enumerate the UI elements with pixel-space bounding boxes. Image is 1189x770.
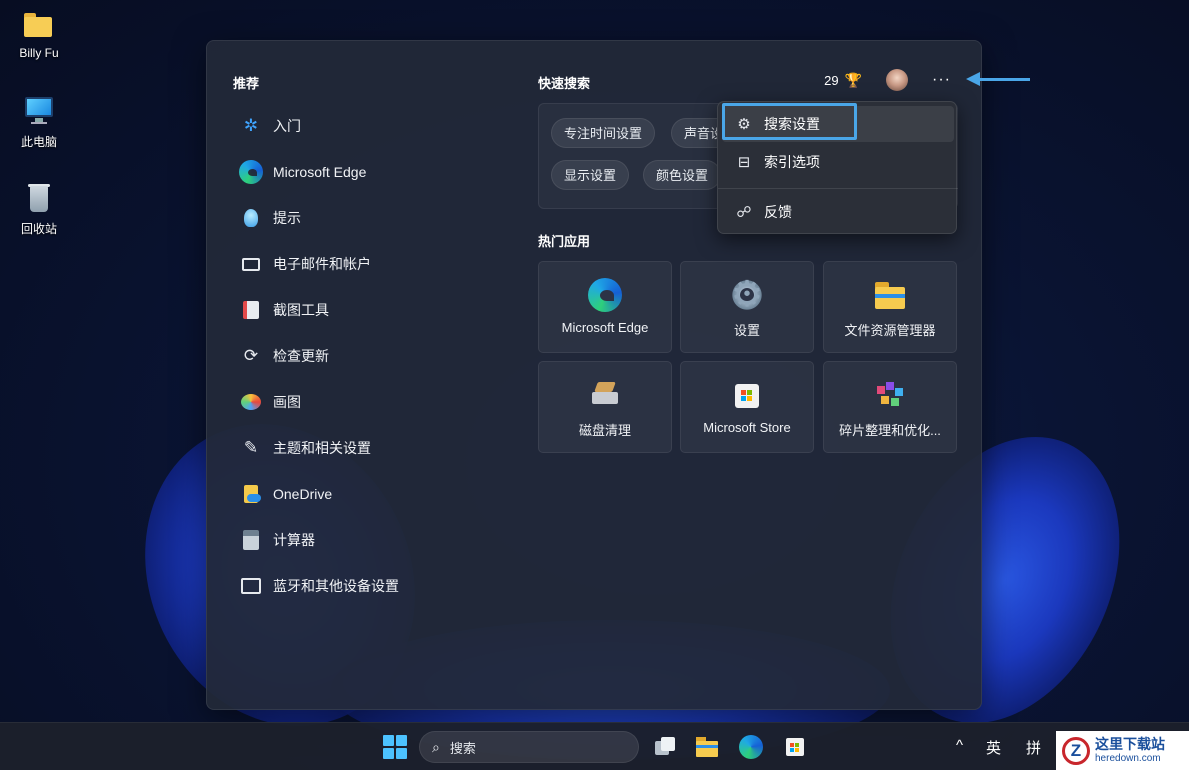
app-tile-label: Microsoft Edge [561, 320, 649, 335]
app-tile-defrag[interactable]: 碎片整理和优化... [823, 361, 957, 453]
desktop-icon-recycle-bin[interactable]: 回收站 [3, 182, 75, 237]
desktop-icon-label: 回收站 [20, 222, 57, 236]
annotation-arrow-head [966, 72, 980, 86]
file-explorer-icon [873, 278, 907, 312]
more-options-button[interactable]: ··· [932, 71, 951, 89]
site-watermark: Z 这里下载站 heredown.com [1056, 731, 1189, 770]
menu-item-feedback[interactable]: ☍ 反馈 [722, 194, 954, 230]
recommended-item-get-started[interactable]: ✲ 入门 [239, 103, 519, 149]
recommended-item-onedrive[interactable]: OneDrive [239, 471, 519, 517]
mail-icon [239, 252, 263, 276]
watermark-url: heredown.com [1095, 752, 1161, 764]
app-tile-file-explorer[interactable]: 文件资源管理器 [823, 261, 957, 353]
store-icon [730, 378, 764, 412]
menu-item-label: 反馈 [764, 204, 792, 220]
watermark-logo: Z [1062, 736, 1090, 765]
quick-search-title: 快速搜索 [538, 76, 591, 91]
recommended-item-label: 电子邮件和帐户 [273, 256, 371, 272]
tray-overflow-chevron-icon[interactable]: ^ [956, 737, 963, 754]
quick-search-chip-display[interactable]: 显示设置 [551, 160, 630, 190]
recommended-item-label: 检查更新 [273, 348, 329, 364]
trophy-icon: 🏆 [844, 71, 863, 88]
points-count: 29 [824, 72, 839, 88]
recommended-item-label: 提示 [273, 210, 301, 226]
taskbar-search-box[interactable]: ⌕ 搜索 [419, 731, 639, 763]
top-apps-title: 热门应用 [538, 234, 591, 249]
edge-icon [239, 160, 263, 184]
desktop-icon-label: Billy Fu [19, 46, 59, 60]
app-tile-edge[interactable]: Microsoft Edge [538, 261, 672, 353]
panel-header-controls: 29 🏆 ··· [824, 69, 951, 91]
calculator-icon [239, 528, 263, 552]
brush-icon: ✎ [243, 438, 259, 457]
recommended-item-snipping-tool[interactable]: 截图工具 [239, 287, 519, 333]
settings-gear-icon [730, 274, 764, 314]
recommended-item-label: 截图工具 [273, 302, 329, 318]
quick-search-chip-focus[interactable]: 专注时间设置 [551, 118, 656, 148]
watermark-name: 这里下载站 [1095, 736, 1165, 753]
index-options-icon: ⊟ [737, 154, 751, 171]
desktop-icon-user-folder[interactable]: Billy Fu [3, 8, 75, 60]
paint-icon [239, 390, 263, 414]
recommended-item-mail[interactable]: 电子邮件和帐户 [239, 241, 519, 287]
menu-item-index-options[interactable]: ⊟ 索引选项 [722, 144, 954, 180]
recommended-item-label: OneDrive [273, 486, 333, 502]
snipping-tool-icon [239, 298, 263, 322]
annotation-arrow [978, 78, 1030, 81]
store-taskbar-icon[interactable] [783, 735, 807, 759]
focus-highlight [722, 103, 857, 140]
recommended-item-bluetooth[interactable]: 蓝牙和其他设备设置 [239, 563, 519, 609]
recommended-title: 推荐 [233, 76, 260, 91]
app-tile-label: 文件资源管理器 [844, 323, 936, 338]
quick-search-chip-color[interactable]: 颜色设置 [643, 160, 722, 190]
menu-separator [718, 188, 958, 189]
start-button[interactable] [383, 735, 407, 759]
app-tile-label: 设置 [733, 323, 760, 338]
file-explorer-taskbar-icon[interactable] [695, 735, 719, 759]
app-tile-label: Microsoft Store [703, 420, 791, 435]
recommended-item-label: 主题和相关设置 [273, 440, 371, 456]
computer-icon [23, 95, 55, 127]
recommended-item-themes[interactable]: ✎ 主题和相关设置 [239, 425, 519, 471]
onedrive-icon [239, 482, 263, 506]
recommended-item-label: 计算器 [273, 532, 315, 548]
avatar[interactable] [886, 69, 909, 91]
menu-item-label: 索引选项 [764, 154, 820, 170]
update-icon: ⟳ [243, 346, 259, 365]
app-tile-label: 磁盘清理 [578, 423, 631, 438]
feedback-icon: ☍ [736, 204, 752, 221]
search-icon: ⌕ [432, 738, 440, 755]
taskbar: ⌕ 搜索 ^ 英 拼 [0, 722, 1189, 770]
recommended-item-check-updates[interactable]: ⟳ 检查更新 [239, 333, 519, 379]
app-tile-disk-cleanup[interactable]: 磁盘清理 [538, 361, 672, 453]
get-started-icon: ✲ [243, 116, 259, 135]
recommended-item-label: Microsoft Edge [273, 164, 367, 180]
app-tile-settings[interactable]: 设置 [680, 261, 814, 353]
recommended-item-calculator[interactable]: 计算器 [239, 517, 519, 563]
tips-icon [239, 206, 263, 230]
task-view-button[interactable] [653, 735, 677, 759]
desktop-icon-this-pc[interactable]: 此电脑 [3, 95, 75, 150]
app-tile-label: 碎片整理和优化... [839, 423, 941, 438]
recommended-item-edge[interactable]: Microsoft Edge [239, 149, 519, 195]
ime-mode-indicator[interactable]: 拼 [1026, 737, 1041, 758]
disk-cleanup-icon [588, 378, 622, 412]
recommended-item-paint[interactable]: 画图 [239, 379, 519, 425]
recommended-item-tips[interactable]: 提示 [239, 195, 519, 241]
edge-taskbar-icon[interactable] [739, 735, 763, 759]
recycle-bin-icon [23, 182, 55, 214]
folder-icon [23, 8, 55, 40]
recommended-item-label: 入门 [273, 118, 301, 134]
input-language-indicator[interactable]: 英 [986, 737, 1001, 758]
defrag-icon [873, 378, 907, 412]
taskbar-search-placeholder: 搜索 [449, 740, 476, 756]
rewards-points[interactable]: 29 🏆 [824, 72, 862, 89]
app-tile-store[interactable]: Microsoft Store [680, 361, 814, 453]
bluetooth-devices-icon [239, 574, 263, 598]
edge-icon [588, 278, 622, 312]
recommended-item-label: 蓝牙和其他设备设置 [273, 578, 399, 594]
recommended-list: ✲ 入门 Microsoft Edge 提示 电子邮件和帐户 截图工具 ⟳ 检查… [239, 103, 519, 609]
desktop-icon-label: 此电脑 [20, 135, 57, 149]
recommended-item-label: 画图 [273, 394, 301, 410]
